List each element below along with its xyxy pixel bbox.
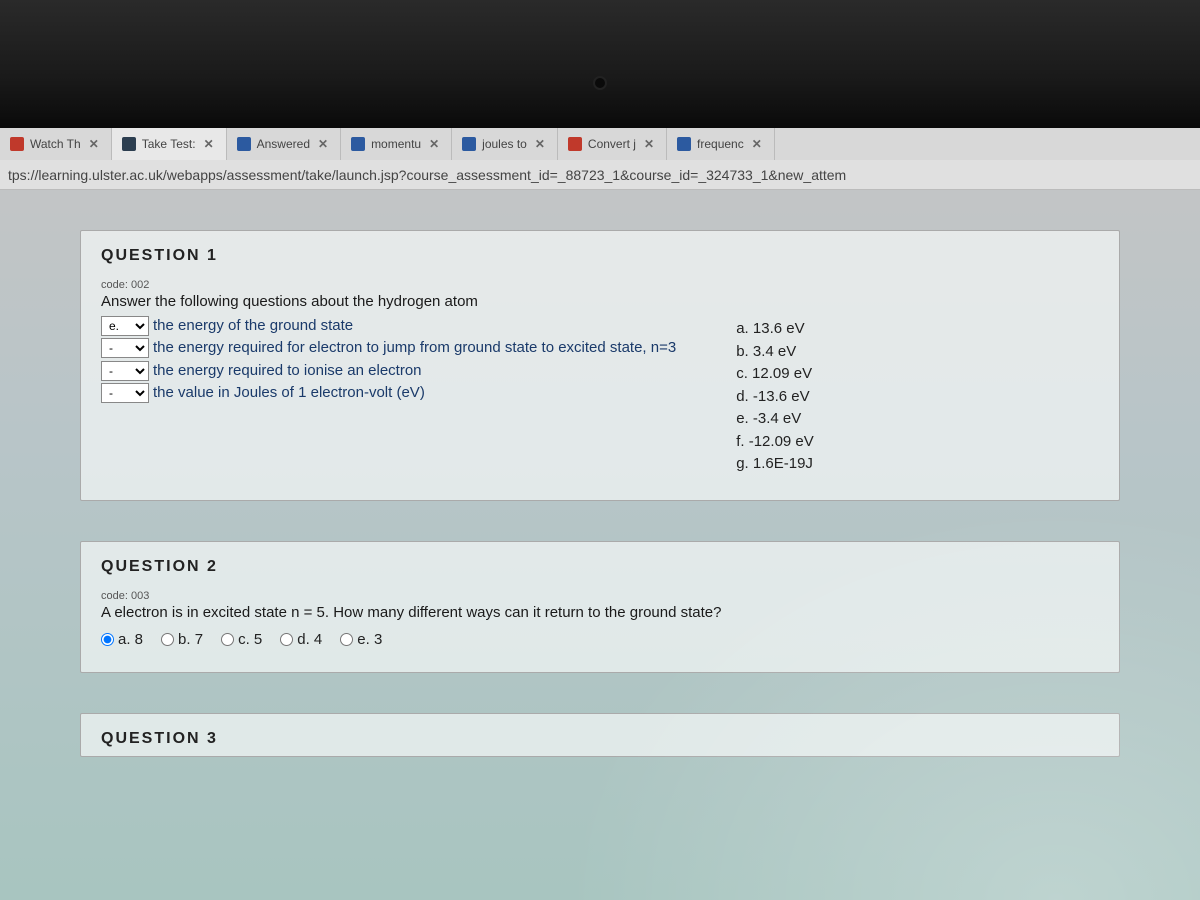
radio-option[interactable]: c. 5 <box>221 631 262 648</box>
screen: Watch Th✕Take Test:✕Answered✕momentu✕jou… <box>0 128 1200 900</box>
radio-option[interactable]: b. 7 <box>161 631 203 648</box>
tab-label: frequenc <box>697 137 744 151</box>
favicon-icon <box>237 137 251 151</box>
answer-option: d. -13.6 eV <box>736 386 814 409</box>
monitor-bezel <box>0 0 1200 128</box>
close-icon[interactable]: ✕ <box>533 137 547 151</box>
favicon-icon <box>568 137 582 151</box>
radio-label: a. 8 <box>118 631 143 648</box>
match-select[interactable]: - <box>101 361 149 381</box>
webcam <box>595 78 605 88</box>
question-1-code: code: 002 <box>101 279 1099 291</box>
browser-tab[interactable]: frequenc ✕ <box>667 128 775 160</box>
browser-tab[interactable]: Convert j ✕ <box>558 128 667 160</box>
close-icon[interactable]: ✕ <box>427 137 441 151</box>
match-row: -the energy required to ionise an electr… <box>101 361 676 381</box>
tab-label: joules to <box>482 137 527 151</box>
match-row: e.the energy of the ground state <box>101 316 676 336</box>
question-2-prompt: A electron is in excited state n = 5. Ho… <box>101 604 1099 621</box>
radio-option[interactable]: d. 4 <box>280 631 322 648</box>
match-select[interactable]: - <box>101 338 149 358</box>
tab-label: Answered <box>257 137 310 151</box>
radio-input[interactable] <box>161 633 174 646</box>
favicon-icon <box>122 137 136 151</box>
radio-label: d. 4 <box>297 631 322 648</box>
browser-tab[interactable]: momentu ✕ <box>341 128 452 160</box>
favicon-icon <box>677 137 691 151</box>
favicon-icon <box>10 137 24 151</box>
question-2-code: code: 003 <box>101 590 1099 602</box>
answer-option: f. -12.09 eV <box>736 431 814 454</box>
favicon-icon <box>351 137 365 151</box>
browser-tab[interactable]: joules to ✕ <box>452 128 558 160</box>
question-1-prompt: Answer the following questions about the… <box>101 293 1099 310</box>
browser-tabstrip: Watch Th✕Take Test:✕Answered✕momentu✕jou… <box>0 128 1200 160</box>
close-icon[interactable]: ✕ <box>87 137 101 151</box>
tab-label: momentu <box>371 137 421 151</box>
question-3: QUESTION 3 <box>80 713 1120 757</box>
close-icon[interactable]: ✕ <box>202 137 216 151</box>
radio-input[interactable] <box>221 633 234 646</box>
close-icon[interactable]: ✕ <box>750 137 764 151</box>
close-icon[interactable]: ✕ <box>642 137 656 151</box>
radio-label: b. 7 <box>178 631 203 648</box>
url-text[interactable]: tps://learning.ulster.ac.uk/webapps/asse… <box>8 167 1192 183</box>
radio-input[interactable] <box>280 633 293 646</box>
radio-input[interactable] <box>340 633 353 646</box>
radio-label: c. 5 <box>238 631 262 648</box>
question-2-options: a. 8 b. 7 c. 5 d. 4 e. 3 <box>101 631 1099 648</box>
match-item-text: the energy of the ground state <box>153 316 353 336</box>
question-2-title: QUESTION 2 <box>101 558 1099 576</box>
match-item-text: the energy required for electron to jump… <box>153 338 676 358</box>
browser-tab[interactable]: Take Test: ✕ <box>112 128 227 160</box>
address-bar[interactable]: tps://learning.ulster.ac.uk/webapps/asse… <box>0 160 1200 190</box>
answer-option: e. -3.4 eV <box>736 408 814 431</box>
radio-label: e. 3 <box>357 631 382 648</box>
browser-tab[interactable]: Answered ✕ <box>227 128 341 160</box>
answer-option: g. 1.6E-19J <box>736 453 814 476</box>
answer-option: c. 12.09 eV <box>736 363 814 386</box>
question-1-match-items: e.the energy of the ground state-the ene… <box>101 316 676 405</box>
answer-option: a. 13.6 eV <box>736 318 814 341</box>
match-row: -the value in Joules of 1 electron-volt … <box>101 383 676 403</box>
radio-option[interactable]: a. 8 <box>101 631 143 648</box>
match-row: -the energy required for electron to jum… <box>101 338 676 358</box>
tab-label: Take Test: <box>142 137 196 151</box>
question-1: QUESTION 1 code: 002 Answer the followin… <box>80 230 1120 501</box>
close-icon[interactable]: ✕ <box>316 137 330 151</box>
radio-input[interactable] <box>101 633 114 646</box>
question-2: QUESTION 2 code: 003 A electron is in ex… <box>80 541 1120 673</box>
tab-label: Watch Th <box>30 137 81 151</box>
match-item-text: the energy required to ionise an electro… <box>153 361 422 381</box>
tab-label: Convert j <box>588 137 636 151</box>
browser-tab[interactable]: Watch Th ✕ <box>0 128 112 160</box>
answer-option: b. 3.4 eV <box>736 341 814 364</box>
page-content: QUESTION 1 code: 002 Answer the followin… <box>0 190 1200 757</box>
match-select[interactable]: e. <box>101 316 149 336</box>
radio-option[interactable]: e. 3 <box>340 631 382 648</box>
favicon-icon <box>462 137 476 151</box>
question-1-title: QUESTION 1 <box>101 247 1099 265</box>
match-item-text: the value in Joules of 1 electron-volt (… <box>153 383 425 403</box>
match-select[interactable]: - <box>101 383 149 403</box>
question-1-answer-list: a. 13.6 eVb. 3.4 eVc. 12.09 eVd. -13.6 e… <box>736 316 814 476</box>
question-3-title: QUESTION 3 <box>101 730 1099 748</box>
